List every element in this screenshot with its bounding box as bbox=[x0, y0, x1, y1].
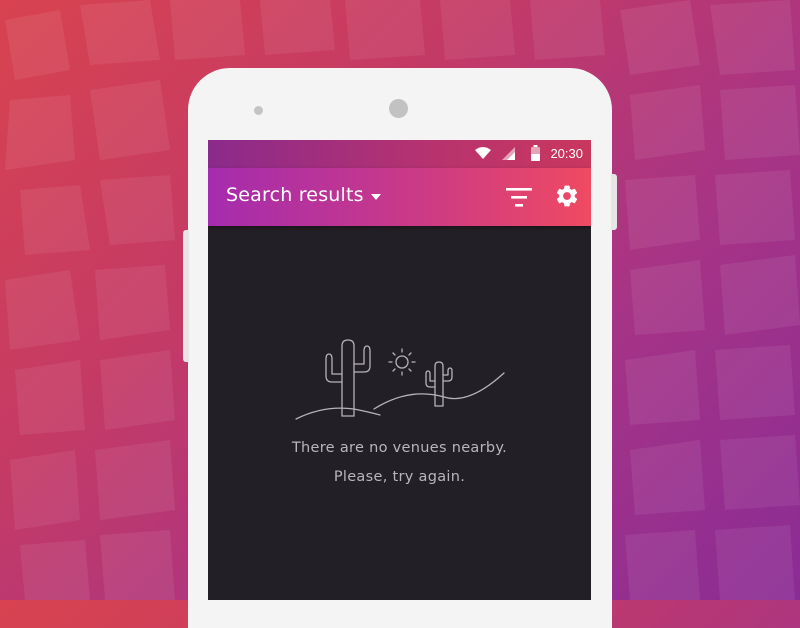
power-button[interactable] bbox=[611, 174, 617, 230]
caret-down-icon[interactable] bbox=[370, 193, 382, 201]
gear-icon[interactable] bbox=[554, 183, 580, 209]
phone-screen: 20:30 Search results There are no venues… bbox=[208, 140, 591, 600]
battery-icon bbox=[531, 145, 540, 161]
empty-message-line2: Please, try again. bbox=[333, 469, 466, 485]
wifi-icon bbox=[475, 147, 491, 159]
empty-message-line1: There are no venues nearby. bbox=[291, 440, 508, 456]
desert-cactus-icon bbox=[295, 339, 505, 420]
app-title[interactable]: Search results bbox=[226, 184, 364, 206]
sensor-dot bbox=[254, 106, 263, 115]
cell-signal-icon bbox=[502, 147, 515, 160]
front-camera bbox=[389, 99, 408, 118]
volume-button[interactable] bbox=[183, 230, 189, 362]
app-bar: Search results bbox=[208, 168, 591, 226]
filter-icon[interactable] bbox=[506, 186, 534, 208]
status-bar: 20:30 bbox=[208, 140, 591, 168]
status-time: 20:30 bbox=[550, 146, 583, 161]
